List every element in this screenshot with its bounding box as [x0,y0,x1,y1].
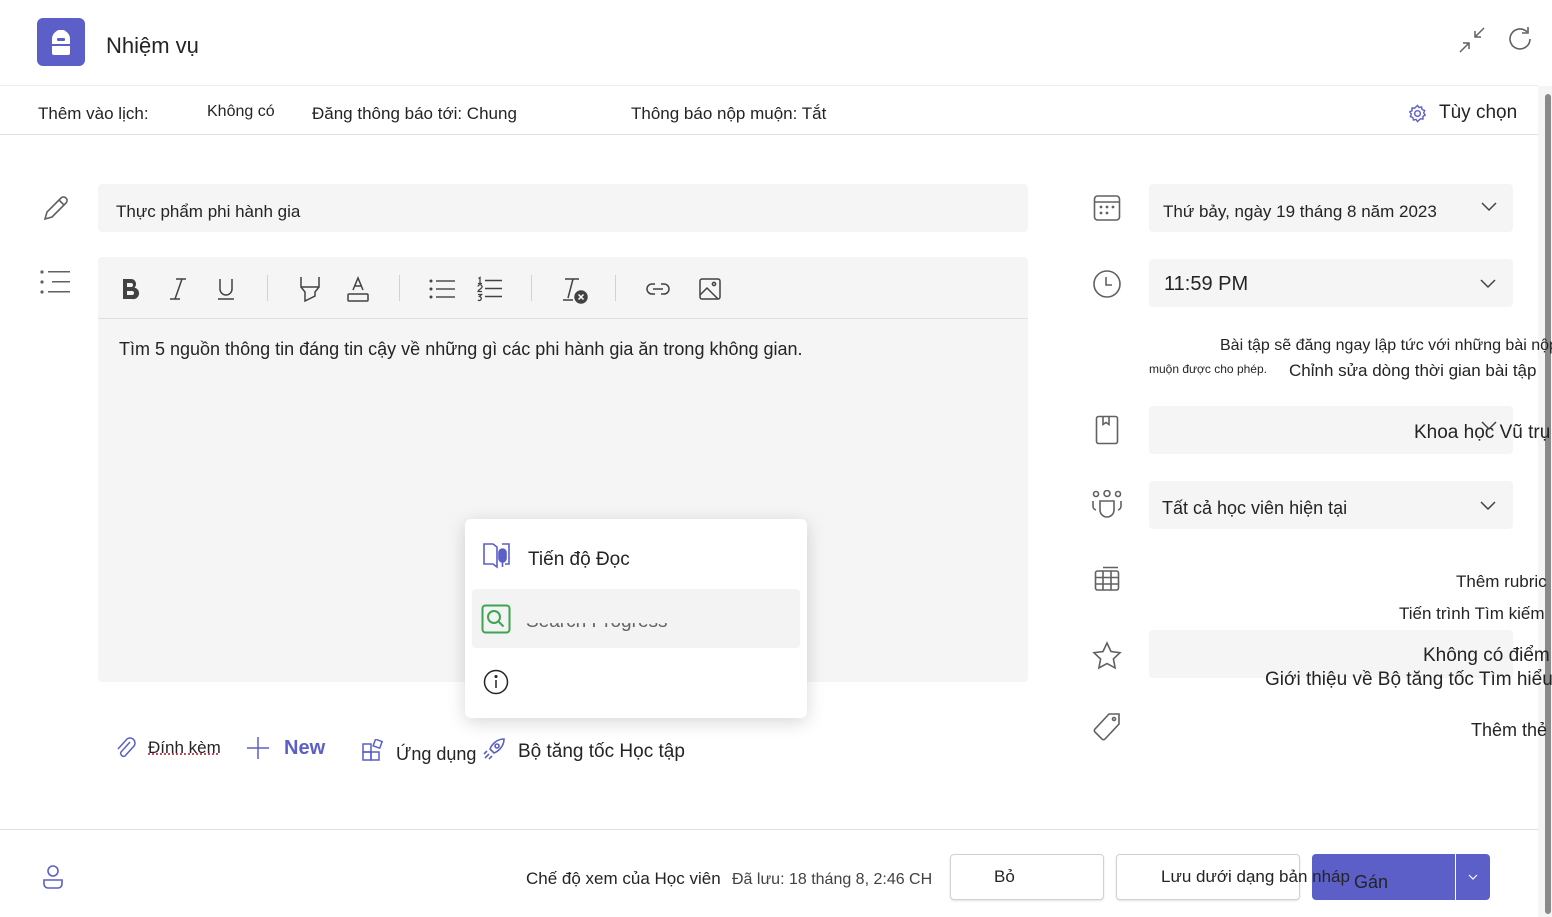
due-time-value: 11:59 PM [1164,273,1249,295]
options-button[interactable]: Tùy chọn [1408,100,1517,126]
search-progress-icon [481,604,511,634]
reading-progress-icon [483,543,510,569]
due-time-dropdown[interactable]: 11:59 PM [1149,259,1513,307]
clear-formatting-icon[interactable] [560,275,590,305]
new-button[interactable]: New [246,735,325,761]
apps-icon [362,739,384,761]
add-rubric-link[interactable]: Thêm rubric [1456,572,1547,592]
discard-button[interactable]: Bỏ [950,854,1104,900]
rocket-icon [483,738,505,760]
student-view-icon[interactable] [40,864,66,890]
chevron-down-icon [1481,421,1497,431]
points-value: Không có điểm [1423,645,1550,666]
page-title: Nhiệm vụ [106,33,199,58]
save-draft-button[interactable]: Lưu dưới dạng bản nháp [1116,854,1350,900]
image-icon[interactable] [696,275,724,303]
class-notebook-icon [1094,414,1120,446]
student-view-link[interactable]: Chế độ xem của Học viên [526,869,721,889]
menu-item-label: Tiến độ Đọc [528,549,630,570]
chevron-down-icon [1480,279,1496,289]
learning-accelerator-button[interactable]: Bộ tăng tốc Học tập [482,734,721,764]
chevron-down-icon [1481,202,1497,212]
students-icon [1091,490,1123,520]
plus-icon [247,737,269,759]
apps-button[interactable]: Ứng dụng [362,735,476,765]
assign-options-button[interactable] [1456,854,1490,900]
options-label: Tùy chọn [1439,102,1518,123]
chevron-down-icon [1480,501,1496,511]
italic-icon[interactable] [164,275,192,303]
due-date-value: Thứ bảy, ngày 19 tháng 8 năm 2023 [1163,202,1437,221]
font-color-icon[interactable] [344,275,372,303]
tag-icon [1092,712,1122,742]
info-icon [483,669,509,695]
students-dropdown[interactable]: Tất cả học viên hiện tại [1149,481,1513,529]
refresh-icon[interactable] [1505,24,1535,54]
gear-icon [1408,103,1427,123]
underline-icon[interactable] [212,275,240,303]
app-icon [37,18,85,66]
formatting-toolbar [98,257,1028,319]
paperclip-icon [117,737,136,758]
attach-button[interactable]: Đính kèm [116,735,221,761]
highlight-icon[interactable] [296,275,324,303]
post-to-channel[interactable]: Đăng thông báo tới: Chung [312,104,517,124]
saved-status: Đã lưu: 18 tháng 8, 2:46 CH [732,871,933,888]
chevron-down-icon [1468,874,1478,880]
due-date-dropdown[interactable]: Thứ bảy, ngày 19 tháng 8 năm 2023 [1149,184,1513,232]
add-to-calendar-label: Thêm vào lịch: [38,104,149,123]
clock-icon [1091,268,1122,299]
scrollbar[interactable] [1538,86,1552,917]
title-value: Thực phẩm phi hành gia [116,202,301,221]
schedule-note-line2: muộn được cho phép. [1149,362,1267,376]
menu-item-label: Search Progress [526,611,668,632]
menu-item-info[interactable] [472,651,800,709]
calendar-icon [1092,193,1122,223]
schedule-note: Bài tập sẽ đăng ngay lập tức với những b… [1220,337,1552,354]
late-submission-notice[interactable]: Thông báo nộp muộn: Tắt [631,104,826,124]
attach-label: Đính kèm [148,738,221,757]
title-input[interactable]: Thực phẩm phi hành gia [98,184,1028,232]
link-icon[interactable] [644,275,672,303]
accelerator-popup-menu: Tiến độ Đọc Search Progress [465,519,807,718]
new-label: New [284,736,326,759]
add-to-calendar-value[interactable]: Không có [207,103,275,121]
menu-item-search-progress[interactable]: Search Progress [472,589,800,648]
learning-accelerator-intro-link[interactable]: Giới thiệu về Bộ tăng tốc Tìm hiểu [1265,669,1552,691]
instructions-text: Tìm 5 nguồn thông tin đáng tin cậy về nh… [119,339,803,359]
apps-label: Ứng dụng [396,743,477,764]
rubric-grid-icon [1093,565,1121,593]
learning-accelerator-label: Bộ tăng tốc Học tập [518,741,685,762]
search-progress-link[interactable]: Tiến trình Tìm kiếm [1399,604,1544,624]
pencil-icon [40,192,72,224]
numbered-list-icon[interactable] [476,275,504,303]
collapse-icon[interactable] [1458,26,1486,54]
discard-label: Bỏ [994,867,1015,886]
menu-item-reading-progress[interactable]: Tiến độ Đọc [472,529,800,587]
save-draft-label: Lưu dưới dạng bản nháp [1161,867,1350,886]
students-value: Tất cả học viên hiện tại [1162,498,1348,518]
assign-label: Gán [1354,872,1389,892]
instructions-list-icon [40,268,72,296]
bold-icon[interactable] [116,275,144,303]
bulleted-list-icon[interactable] [428,275,456,303]
add-tag-link[interactable]: Thêm thẻ [1471,720,1547,741]
star-icon [1091,640,1123,670]
edit-timeline-link[interactable]: Chỉnh sửa dòng thời gian bài tập [1289,361,1536,381]
